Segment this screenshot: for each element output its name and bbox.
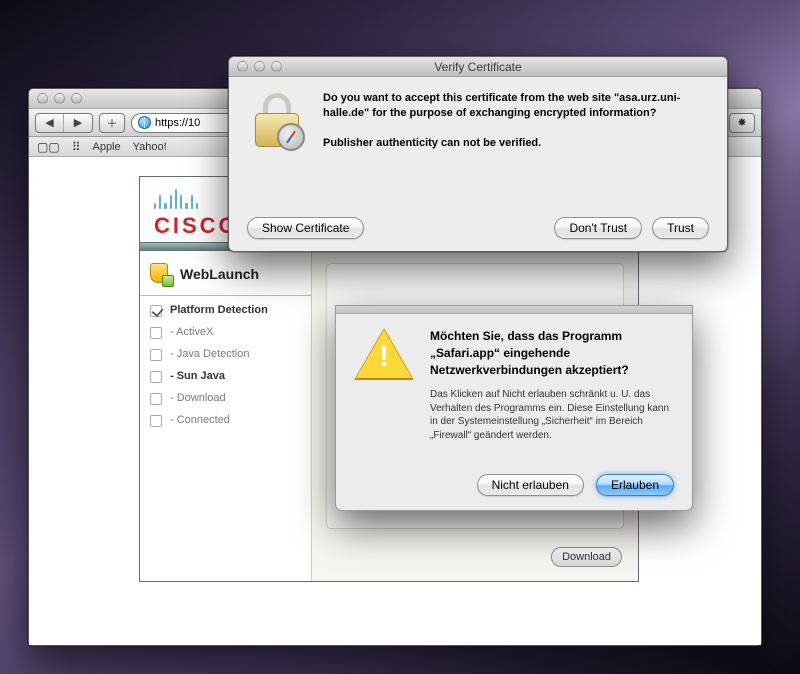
minimize-window-button[interactable] [54,93,65,104]
checkbox-icon [150,415,162,427]
checklist-label: Platform Detection [170,304,268,316]
minimize-window-button[interactable] [254,61,265,72]
checklist-item-activex: - ActiveX [150,326,303,339]
dialog-message-sub: Publisher authenticity can not be verifi… [323,136,709,151]
weblaunch-sidebar: WebLaunch Platform Detection - ActiveX [140,251,312,581]
sheet-message: Möchten Sie, dass das Programm „Safari.a… [430,328,674,442]
checklist-item-platform-detection: Platform Detection [150,304,303,317]
checkbox-icon [150,393,162,405]
verify-certificate-dialog: Verify Certificate Do you want to accept… [228,56,728,252]
checklist-label: - Download [170,392,226,404]
download-button[interactable]: Download [551,547,622,567]
dialog-message: Do you want to accept this certificate f… [323,91,709,151]
sheet-body-text: Das Klicken auf Nicht erlauben schränkt … [430,388,674,442]
checklist-label: - Java Detection [170,348,249,360]
nav-segment: ◀ ▶ [35,113,93,133]
sheet-grip [336,306,692,314]
url-text: https://10 [155,117,200,129]
report-bug-button[interactable]: ✸ [729,113,755,133]
back-button[interactable]: ◀ [36,114,64,132]
checkbox-icon [150,305,162,317]
checkbox-icon [150,349,162,361]
bookmarks-icon[interactable]: ▢▢ [37,140,60,154]
weblaunch-icon [150,263,172,285]
warning-icon: ! [354,328,414,382]
cisco-logo-icon [154,187,198,209]
dont-trust-button[interactable]: Don't Trust [554,217,642,239]
firewall-sheet-dialog: ! Möchten Sie, dass das Programm „Safari… [335,305,693,511]
checklist-item-java-detection: - Java Detection [150,348,303,361]
checklist-item-sun-java: - Sun Java [150,370,303,383]
bookmark-apple[interactable]: Apple [92,141,120,153]
weblaunch-heading: WebLaunch [140,251,311,296]
checklist-label: - Sun Java [170,370,225,382]
deny-button[interactable]: Nicht erlauben [477,474,584,496]
zoom-window-button[interactable] [271,61,282,72]
site-icon [138,116,151,129]
dialog-title: Verify Certificate [434,60,521,74]
close-window-button[interactable] [37,93,48,104]
forward-button[interactable]: ▶ [64,114,92,132]
traffic-lights [237,61,282,72]
sheet-heading: Möchten Sie, dass das Programm „Safari.a… [430,328,674,378]
checklist: Platform Detection - ActiveX - Java Dete… [140,296,311,435]
close-window-button[interactable] [237,61,248,72]
allow-button[interactable]: Erlauben [596,474,674,496]
checkbox-icon [150,371,162,383]
traffic-lights [37,93,82,104]
bookmark-yahoo[interactable]: Yahoo! [133,141,167,153]
checklist-label: - Connected [170,414,230,426]
topsites-icon[interactable]: ⠿ [72,140,81,154]
checklist-item-download: - Download [150,392,303,405]
lock-certificate-icon [247,91,307,151]
add-bookmark-button[interactable]: ＋ [99,113,125,133]
zoom-window-button[interactable] [71,93,82,104]
checkbox-icon [150,327,162,339]
trust-button[interactable]: Trust [652,217,709,239]
show-certificate-button[interactable]: Show Certificate [247,217,364,239]
checklist-item-connected: - Connected [150,414,303,427]
checklist-label: - ActiveX [170,326,213,338]
dialog-message-main: Do you want to accept this certificate f… [323,91,709,121]
weblaunch-label: WebLaunch [180,266,259,282]
dialog-titlebar[interactable]: Verify Certificate [229,57,727,77]
